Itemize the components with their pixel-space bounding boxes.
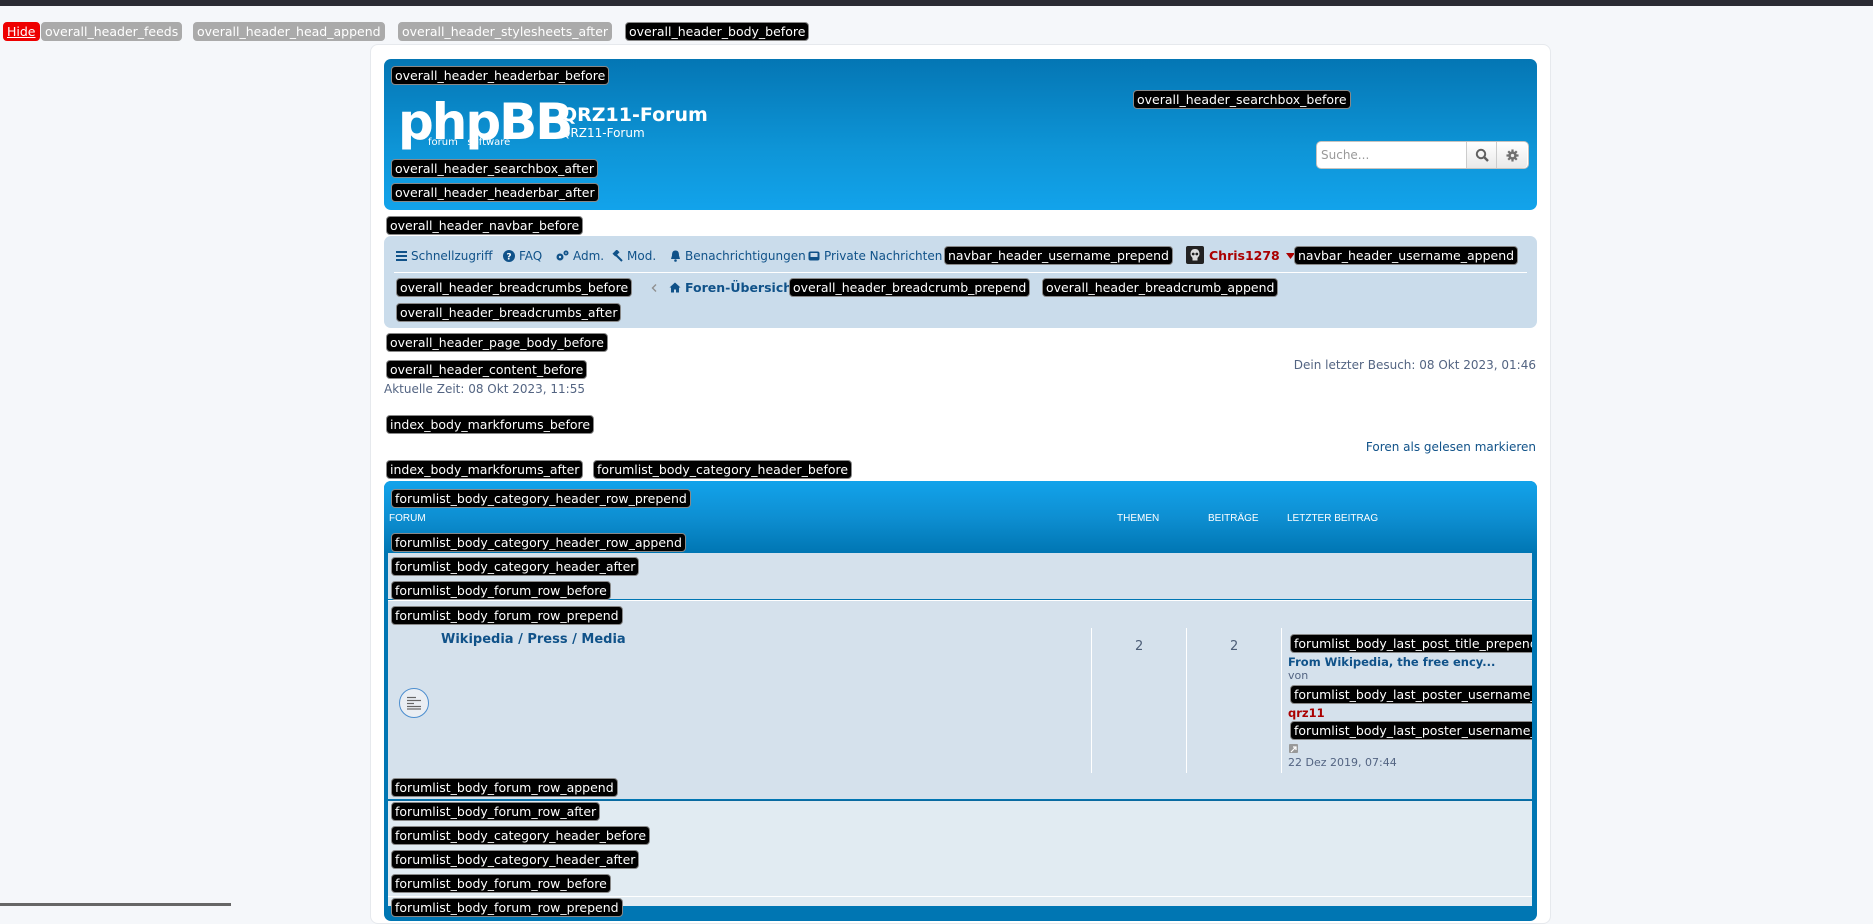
- site-title: QRZ11-Forum: [561, 104, 708, 126]
- event-label: forumlist_body_forum_row_before: [391, 874, 611, 893]
- column-header-last-post: LETZTER BEITRAG: [1287, 513, 1379, 524]
- event-label: overall_header_breadcrumbs_after: [396, 303, 622, 322]
- event-label: overall_header_navbar_before: [386, 216, 584, 235]
- mcp-link[interactable]: Mod.: [611, 249, 656, 263]
- event-label: overall_header_head_append: [193, 22, 385, 41]
- event-label: navbar_header_username_append: [1294, 246, 1519, 265]
- event-label: forumlist_body_category_header_after: [391, 557, 640, 576]
- forum-posts-count: 2: [1230, 639, 1239, 654]
- site-logo[interactable]: phpBB forum software: [398, 97, 573, 149]
- event-label: overall_header_headerbar_before: [391, 66, 610, 85]
- last-post-time: 22 Dez 2019, 07:44: [1288, 756, 1397, 769]
- site-description: QRZ11-Forum: [561, 126, 645, 140]
- username-label: Chris1278: [1209, 248, 1280, 263]
- acp-link[interactable]: Adm.: [555, 249, 604, 263]
- cogs-icon: [556, 250, 569, 261]
- notifications-link[interactable]: Benachrichtigungen: [670, 249, 806, 263]
- event-label: overall_header_stylesheets_after: [398, 22, 613, 41]
- event-label: forumlist_body_forum_row_before: [391, 581, 611, 600]
- question-circle-icon: ?: [503, 250, 515, 262]
- forum-topics-count: 2: [1135, 639, 1144, 654]
- faq-label: FAQ: [519, 249, 543, 263]
- last-post-title-link[interactable]: From Wikipedia, the free ency...: [1288, 655, 1495, 669]
- column-divider: [1186, 628, 1187, 773]
- chevron-left-icon: [651, 283, 657, 292]
- event-label: forumlist_body_category_header_before: [391, 826, 651, 845]
- forum-read-icon: [399, 688, 429, 718]
- event-label: overall_header_breadcrumb_append: [1042, 278, 1279, 297]
- event-label: overall_header_searchbox_after: [391, 159, 598, 178]
- search-input[interactable]: [1317, 142, 1467, 168]
- event-label: forumlist_body_forum_row_after: [391, 802, 601, 821]
- bell-icon: [671, 250, 680, 262]
- home-icon: [669, 282, 681, 293]
- by-label: von: [1288, 669, 1309, 682]
- gear-icon: [1505, 148, 1519, 162]
- last-visit-text: Dein letzter Besuch: 08 Okt 2023, 01:46: [1293, 358, 1536, 372]
- last-poster-username-link[interactable]: qrz11: [1288, 706, 1325, 720]
- gavel-icon: [612, 250, 623, 262]
- event-label: overall_header_searchbox_before: [1133, 90, 1351, 109]
- mark-forums-read-link[interactable]: Foren als gelesen markieren: [1366, 440, 1536, 454]
- browser-top-strip: [0, 0, 1873, 6]
- event-label: overall_header_body_before: [625, 22, 810, 41]
- event-label: overall_header_content_before: [386, 360, 588, 379]
- column-header-topics: THEMEN: [1117, 513, 1160, 524]
- event-label: forumlist_body_forum_row_prepend: [391, 606, 623, 625]
- event-label: forumlist_body_category_header_before: [593, 460, 853, 479]
- column-header-posts: BEITRÄGE: [1208, 513, 1259, 524]
- document-lines-icon: [407, 696, 421, 710]
- event-label: forumlist_body_last_post_title_prepend: [1290, 634, 1532, 653]
- search-icon: [1475, 148, 1489, 162]
- hamburger-icon: [396, 251, 407, 261]
- event-label: forumlist_body_category_header_after: [391, 850, 640, 869]
- view-latest-post-icon[interactable]: [1289, 744, 1298, 753]
- notifications-label: Benachrichtigungen: [685, 249, 806, 263]
- quick-links-label: Schnellzugriff: [411, 249, 493, 263]
- event-label: overall_header_breadcrumb_prepend: [789, 278, 1031, 297]
- last-post-cell: forumlist_body_last_post_title_prepend F…: [1288, 634, 1532, 784]
- breadcrumb-home-label: Foren-Übersicht: [685, 280, 799, 295]
- skull-icon: [1190, 249, 1200, 261]
- event-label: forumlist_body_category_header_row_prepe…: [391, 489, 691, 508]
- event-label: index_body_markforums_before: [386, 415, 595, 434]
- search-button[interactable]: [1467, 142, 1497, 168]
- current-time-text: Aktuelle Zeit: 08 Okt 2023, 11:55: [384, 382, 585, 396]
- event-label: overall_header_page_body_before: [386, 333, 608, 352]
- event-label: forumlist_body_last_poster_username_appe…: [1290, 721, 1532, 740]
- event-label: index_body_markforums_after: [386, 460, 584, 479]
- event-label: forumlist_body_forum_row_append: [391, 778, 618, 797]
- mcp-label: Mod.: [627, 249, 657, 263]
- event-label: forumlist_body_last_poster_username_prep…: [1290, 685, 1532, 704]
- search-box: [1317, 142, 1528, 168]
- navbar-divider: [394, 272, 1527, 273]
- acp-label: Adm.: [573, 249, 605, 263]
- private-messages-link[interactable]: Private Nachrichten: [808, 249, 942, 263]
- svg-text:?: ?: [506, 253, 511, 263]
- column-divider: [1091, 628, 1092, 773]
- event-label: forumlist_body_category_header_row_appen…: [391, 533, 686, 552]
- event-label: overall_header_headerbar_after: [391, 183, 599, 202]
- forum-title-link[interactable]: Wikipedia / Press / Media: [441, 632, 626, 647]
- faq-link[interactable]: ? FAQ: [503, 249, 542, 263]
- advanced-search-button[interactable]: [1497, 142, 1527, 168]
- hide-events-link[interactable]: Hide: [3, 22, 40, 41]
- private-messages-label: Private Nachrichten: [824, 249, 943, 263]
- logo-sub-left: forum: [428, 137, 458, 148]
- quick-links-menu[interactable]: Schnellzugriff: [396, 249, 493, 263]
- event-label: overall_header_breadcrumbs_before: [396, 278, 633, 297]
- column-header-forum: FORUM: [389, 513, 426, 524]
- column-divider: [1281, 628, 1282, 773]
- breadcrumb-home[interactable]: Foren-Übersicht: [651, 280, 798, 295]
- inbox-icon: [808, 251, 820, 261]
- user-avatar[interactable]: [1186, 246, 1204, 264]
- username-dropdown[interactable]: Chris1278: [1209, 248, 1295, 263]
- event-label: forumlist_body_forum_row_prepend: [391, 898, 623, 917]
- logo-sub-right: software: [467, 137, 511, 148]
- event-label: overall_header_feeds: [41, 22, 183, 41]
- event-label: navbar_header_username_prepend: [944, 246, 1173, 265]
